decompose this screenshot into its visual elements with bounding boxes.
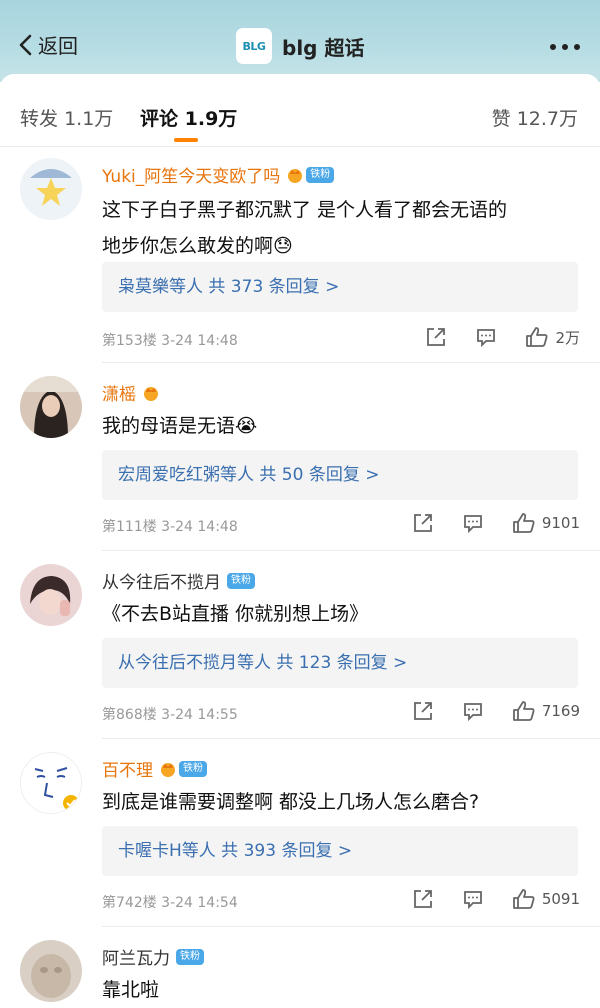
- avatar[interactable]: [20, 376, 82, 438]
- divider: [102, 362, 600, 363]
- fan-badge: 铁粉: [227, 572, 255, 589]
- comment-text: 《不去B站直播 你就别想上场》: [102, 603, 369, 625]
- comment-author[interactable]: 潇榣: [102, 380, 160, 405]
- thumbs-up-icon: [512, 701, 535, 721]
- comment-author[interactable]: 百不理 铁粉: [102, 756, 207, 781]
- tab-bar: 转发 1.1万 评论 1.9万 赞 12.7万: [0, 74, 600, 147]
- comment-meta: 第153楼 3-24 14:48: [102, 333, 238, 349]
- crown-badge-icon: [288, 168, 303, 183]
- comment-meta: 第742楼 3-24 14:54: [102, 895, 238, 911]
- replies-link[interactable]: 枭莫樂等人 共 373 条回复 >: [102, 262, 578, 312]
- comment-actions: 2万: [425, 326, 580, 348]
- reply-icon[interactable]: [462, 700, 484, 722]
- tab-reposts[interactable]: 转发 1.1万: [20, 104, 113, 131]
- comment-text: 我的母语是无语😭: [102, 415, 258, 437]
- share-icon[interactable]: [425, 326, 447, 348]
- replies-link[interactable]: 宏周爱吃红粥等人 共 50 条回复 >: [102, 450, 578, 500]
- reply-icon[interactable]: [462, 512, 484, 534]
- comment-text: 这下子白子黑子都沉默了 是个人看了都会无语的 地步你怎么敢发的啊😓: [102, 199, 508, 257]
- like-button[interactable]: 2万: [525, 326, 580, 348]
- divider: [102, 738, 600, 739]
- thumbs-up-icon: [526, 327, 548, 347]
- replies-link[interactable]: 从今往后不揽月等人 共 123 条回复 >: [102, 638, 578, 688]
- blg-logo: BLG: [236, 28, 272, 64]
- reply-icon[interactable]: [475, 326, 497, 348]
- divider: [102, 926, 600, 927]
- avatar[interactable]: [20, 940, 82, 1002]
- back-button[interactable]: 返回: [18, 30, 78, 59]
- like-button[interactable]: 7169: [512, 700, 580, 722]
- like-count: 7169: [541, 702, 580, 720]
- like-count: 5091: [541, 890, 580, 908]
- comment-text: 到底是谁需要调整啊 都没上几场人怎么磨合?: [102, 791, 480, 813]
- reply-icon[interactable]: [462, 888, 484, 910]
- chevron-left-icon: [19, 34, 32, 55]
- back-label: 返回: [38, 34, 78, 58]
- more-options-icon[interactable]: [550, 44, 580, 50]
- avatar[interactable]: [20, 158, 82, 220]
- comment-author[interactable]: 从今往后不揽月 铁粉: [102, 568, 255, 593]
- active-tab-indicator: [174, 138, 198, 142]
- comment-meta: 第868楼 3-24 14:55: [102, 707, 238, 723]
- like-button[interactable]: 9101: [512, 512, 580, 534]
- fan-badge: 铁粉: [306, 166, 335, 183]
- comment-actions: 5091: [412, 888, 580, 910]
- verified-icon: [63, 795, 79, 811]
- fan-badge: 铁粉: [179, 760, 207, 777]
- thumbs-up-icon: [512, 889, 535, 909]
- share-icon[interactable]: [412, 888, 434, 910]
- avatar[interactable]: [20, 752, 82, 814]
- crown-badge-icon: [161, 762, 175, 777]
- tab-likes[interactable]: 赞 12.7万: [492, 104, 578, 131]
- fan-badge: 铁粉: [176, 948, 204, 965]
- share-icon[interactable]: [412, 512, 434, 534]
- comment-author[interactable]: 阿兰瓦力 铁粉: [102, 944, 204, 969]
- crown-badge-icon: [144, 386, 158, 401]
- comment-text: 靠北啦: [102, 979, 160, 1001]
- like-button[interactable]: 5091: [512, 888, 580, 910]
- comment-author[interactable]: Yuki_阿笙今天变欧了吗 铁粉: [102, 162, 335, 187]
- comment-meta: 第111楼 3-24 14:48: [102, 519, 238, 535]
- replies-link[interactable]: 卡喔卡H等人 共 393 条回复 >: [102, 826, 578, 876]
- thumbs-up-icon: [512, 513, 535, 533]
- like-count: 9101: [541, 514, 580, 532]
- avatar[interactable]: [20, 564, 82, 626]
- tab-comments[interactable]: 评论 1.9万: [140, 104, 237, 131]
- comment-actions: 9101: [412, 512, 580, 534]
- top-bar: 返回 BLG blg 超话: [0, 0, 600, 82]
- divider: [102, 550, 600, 551]
- share-icon[interactable]: [412, 700, 434, 722]
- comment-actions: 7169: [412, 700, 580, 722]
- page-title: BLG blg 超话: [236, 28, 364, 64]
- title-text: blg 超话: [282, 35, 365, 60]
- like-count: 2万: [555, 328, 580, 347]
